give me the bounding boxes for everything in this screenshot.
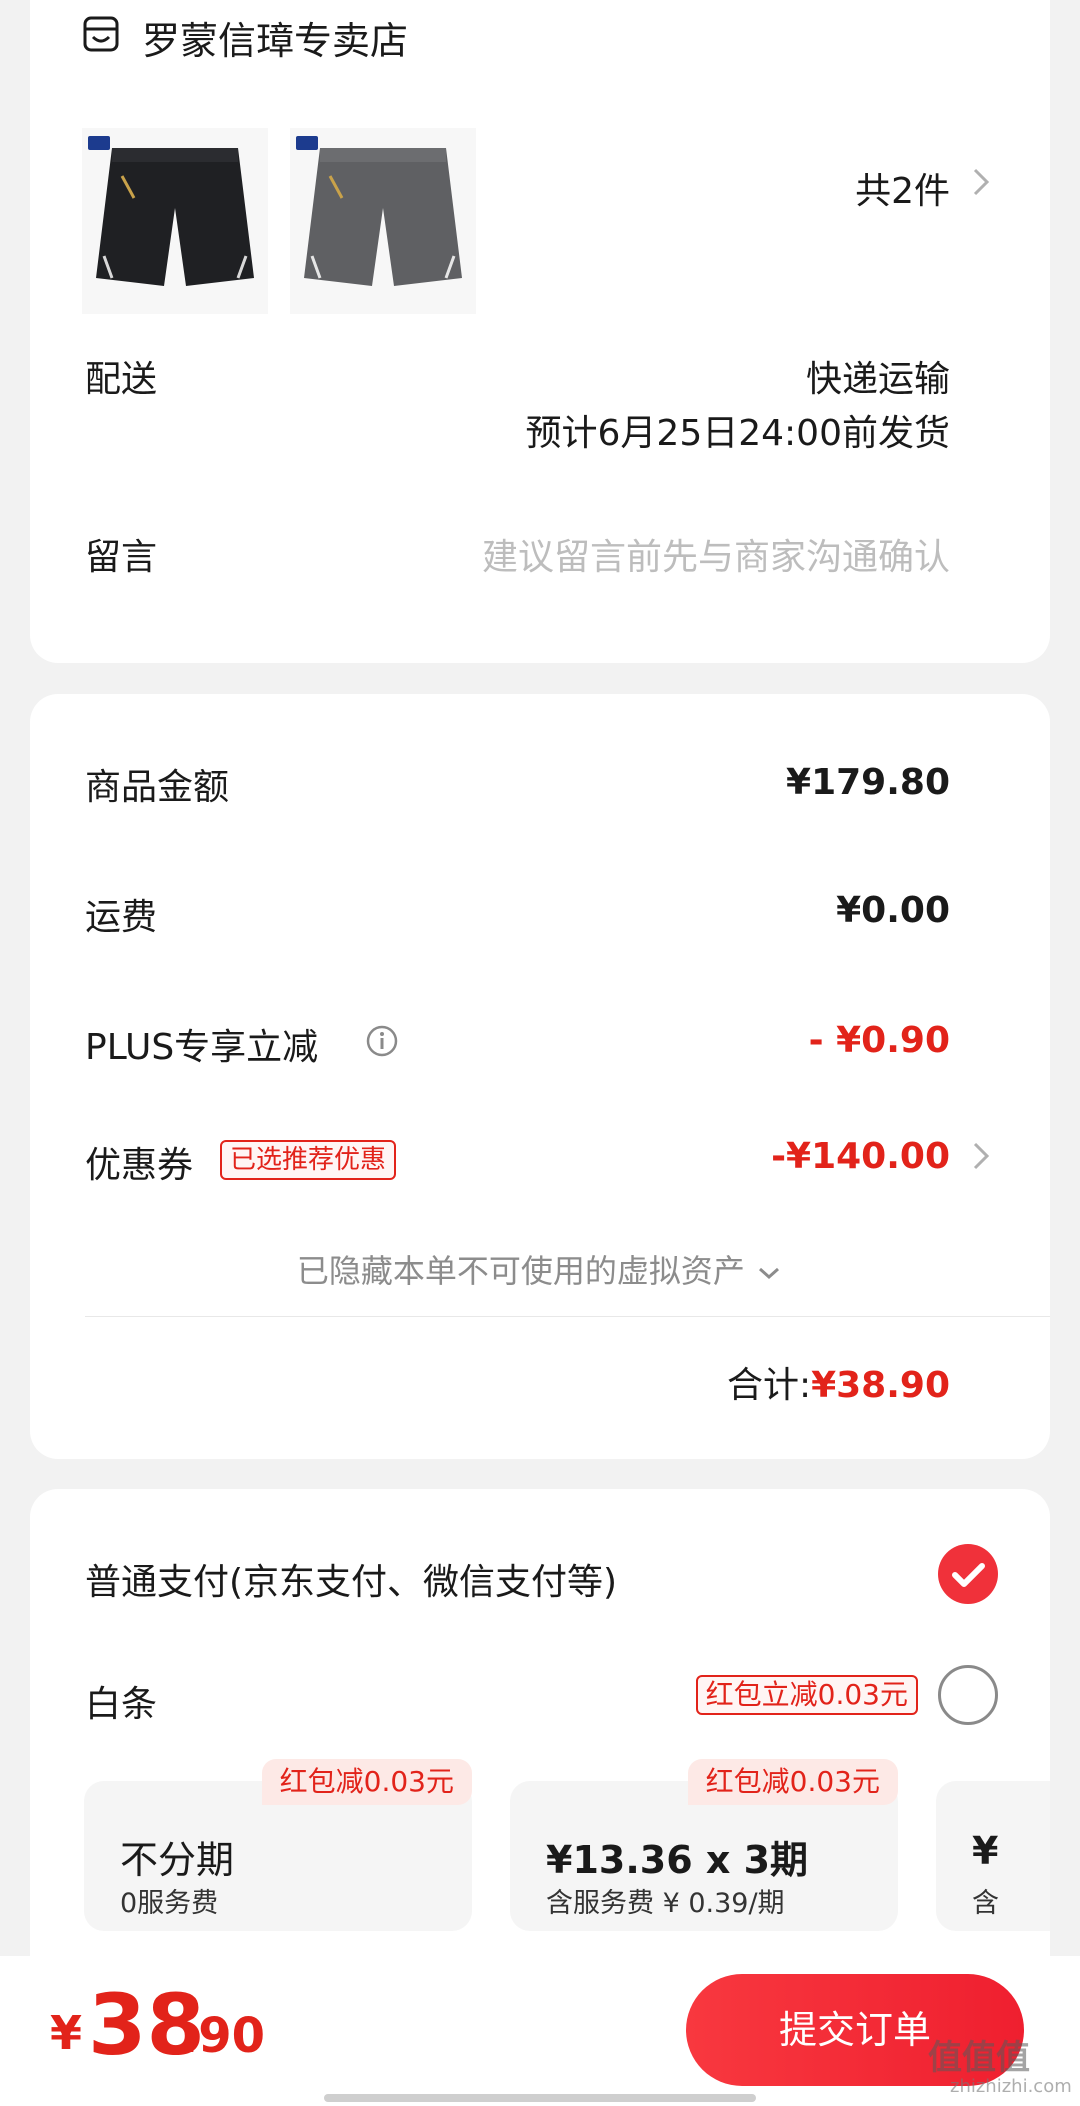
total-row: 合计:¥38.90 <box>727 1356 950 1408</box>
installment-plan-more[interactable]: ¥ 含 <box>936 1781 1050 1931</box>
delivery-eta: 预计6月25日24:00前发货 <box>525 413 950 454</box>
goods-amount-value: ¥179.80 <box>786 762 950 803</box>
home-indicator[interactable] <box>324 2094 756 2102</box>
product-thumbnail-gray[interactable] <box>290 128 476 314</box>
hidden-assets-text: 已隐藏本单不可使用的虚拟资产 <box>296 1252 745 1290</box>
total-label: 合计: <box>726 1365 812 1406</box>
message-input[interactable]: 建议留言前先与商家沟通确认 <box>482 528 950 580</box>
coupon-label: 优惠券 <box>85 1145 194 1186</box>
price-summary-card: 商品金额 ¥179.80 运费 ¥0.00 PLUS专享立减 - ¥0.90 优… <box>30 694 1050 1459</box>
message-label: 留言 <box>85 537 158 578</box>
plan-title: ¥13.36 x 3期 <box>546 1838 809 1882</box>
check-icon <box>952 1563 985 1587</box>
plan-ribbon: 红包减0.03元 <box>687 1759 898 1805</box>
store-name[interactable]: 罗蒙信璋专卖店 <box>142 10 408 65</box>
chevron-down-icon <box>759 1267 780 1280</box>
baitiao-coupon-tag: 红包立减0.03元 <box>695 1675 918 1715</box>
plan-ribbon: 红包减0.03元 <box>261 1759 472 1805</box>
shipping-label: 运费 <box>85 897 158 938</box>
coupon-recommended-badge: 已选推荐优惠 <box>220 1140 397 1180</box>
brand-tag <box>296 136 318 150</box>
delivery-method[interactable]: 快递运输 <box>806 350 950 402</box>
delivery-label: 配送 <box>85 359 158 400</box>
total-currency: ¥ <box>50 2006 83 2060</box>
chevron-right-icon[interactable] <box>967 1136 995 1176</box>
plus-discount-value: - ¥0.90 <box>808 1020 950 1061</box>
watermark-logo: 值值值 <box>928 2038 1030 2078</box>
installment-plan-1[interactable]: 红包减0.03元 不分期 0服务费 <box>84 1759 472 1931</box>
chevron-right-icon[interactable] <box>967 162 995 202</box>
checkout-bar: ¥ 38 .90 提交订单 <box>0 1956 1080 2106</box>
installment-plan-3[interactable]: 红包减0.03元 ¥13.36 x 3期 含服务费 ¥ 0.39/期 <box>510 1759 898 1931</box>
brand-tag <box>88 136 110 150</box>
payment-selected-check[interactable] <box>938 1544 998 1604</box>
plan-subtitle: 含 <box>972 1888 999 1919</box>
plan-subtitle: 含服务费 ¥ 0.39/期 <box>546 1888 785 1919</box>
info-icon[interactable] <box>365 1024 399 1058</box>
divider <box>85 1316 1050 1317</box>
hidden-assets-toggle[interactable]: 已隐藏本单不可使用的虚拟资产 <box>30 1246 1050 1292</box>
plan-title: 不分期 <box>120 1838 235 1882</box>
plan-subtitle: 0服务费 <box>120 1888 219 1919</box>
coupon-value[interactable]: -¥140.00 <box>771 1136 950 1177</box>
watermark-url: zhizhizhi.com <box>950 2076 1072 2097</box>
shipping-value: ¥0.00 <box>836 890 950 931</box>
total-decimal: .90 <box>180 2008 266 2064</box>
baitiao-radio[interactable] <box>938 1665 998 1725</box>
product-thumbnail-black[interactable] <box>82 128 268 314</box>
store-icon <box>83 16 119 52</box>
plus-discount-label: PLUS专享立减 <box>85 1027 319 1068</box>
shorts-image <box>304 148 462 286</box>
goods-amount-label: 商品金额 <box>85 767 230 808</box>
shorts-image <box>96 148 254 286</box>
plan-title: ¥ <box>972 1829 999 1873</box>
store-card: 罗蒙信璋专卖店 共2件 配送 快递运输 预计6月25日24:00前发货 留言 建… <box>30 0 1050 663</box>
normal-payment-label[interactable]: 普通支付(京东支付、微信支付等) <box>85 1553 617 1605</box>
baitiao-label[interactable]: 白条 <box>85 1675 157 1727</box>
total-value: ¥38.90 <box>811 1365 950 1406</box>
item-count[interactable]: 共2件 <box>855 162 950 214</box>
